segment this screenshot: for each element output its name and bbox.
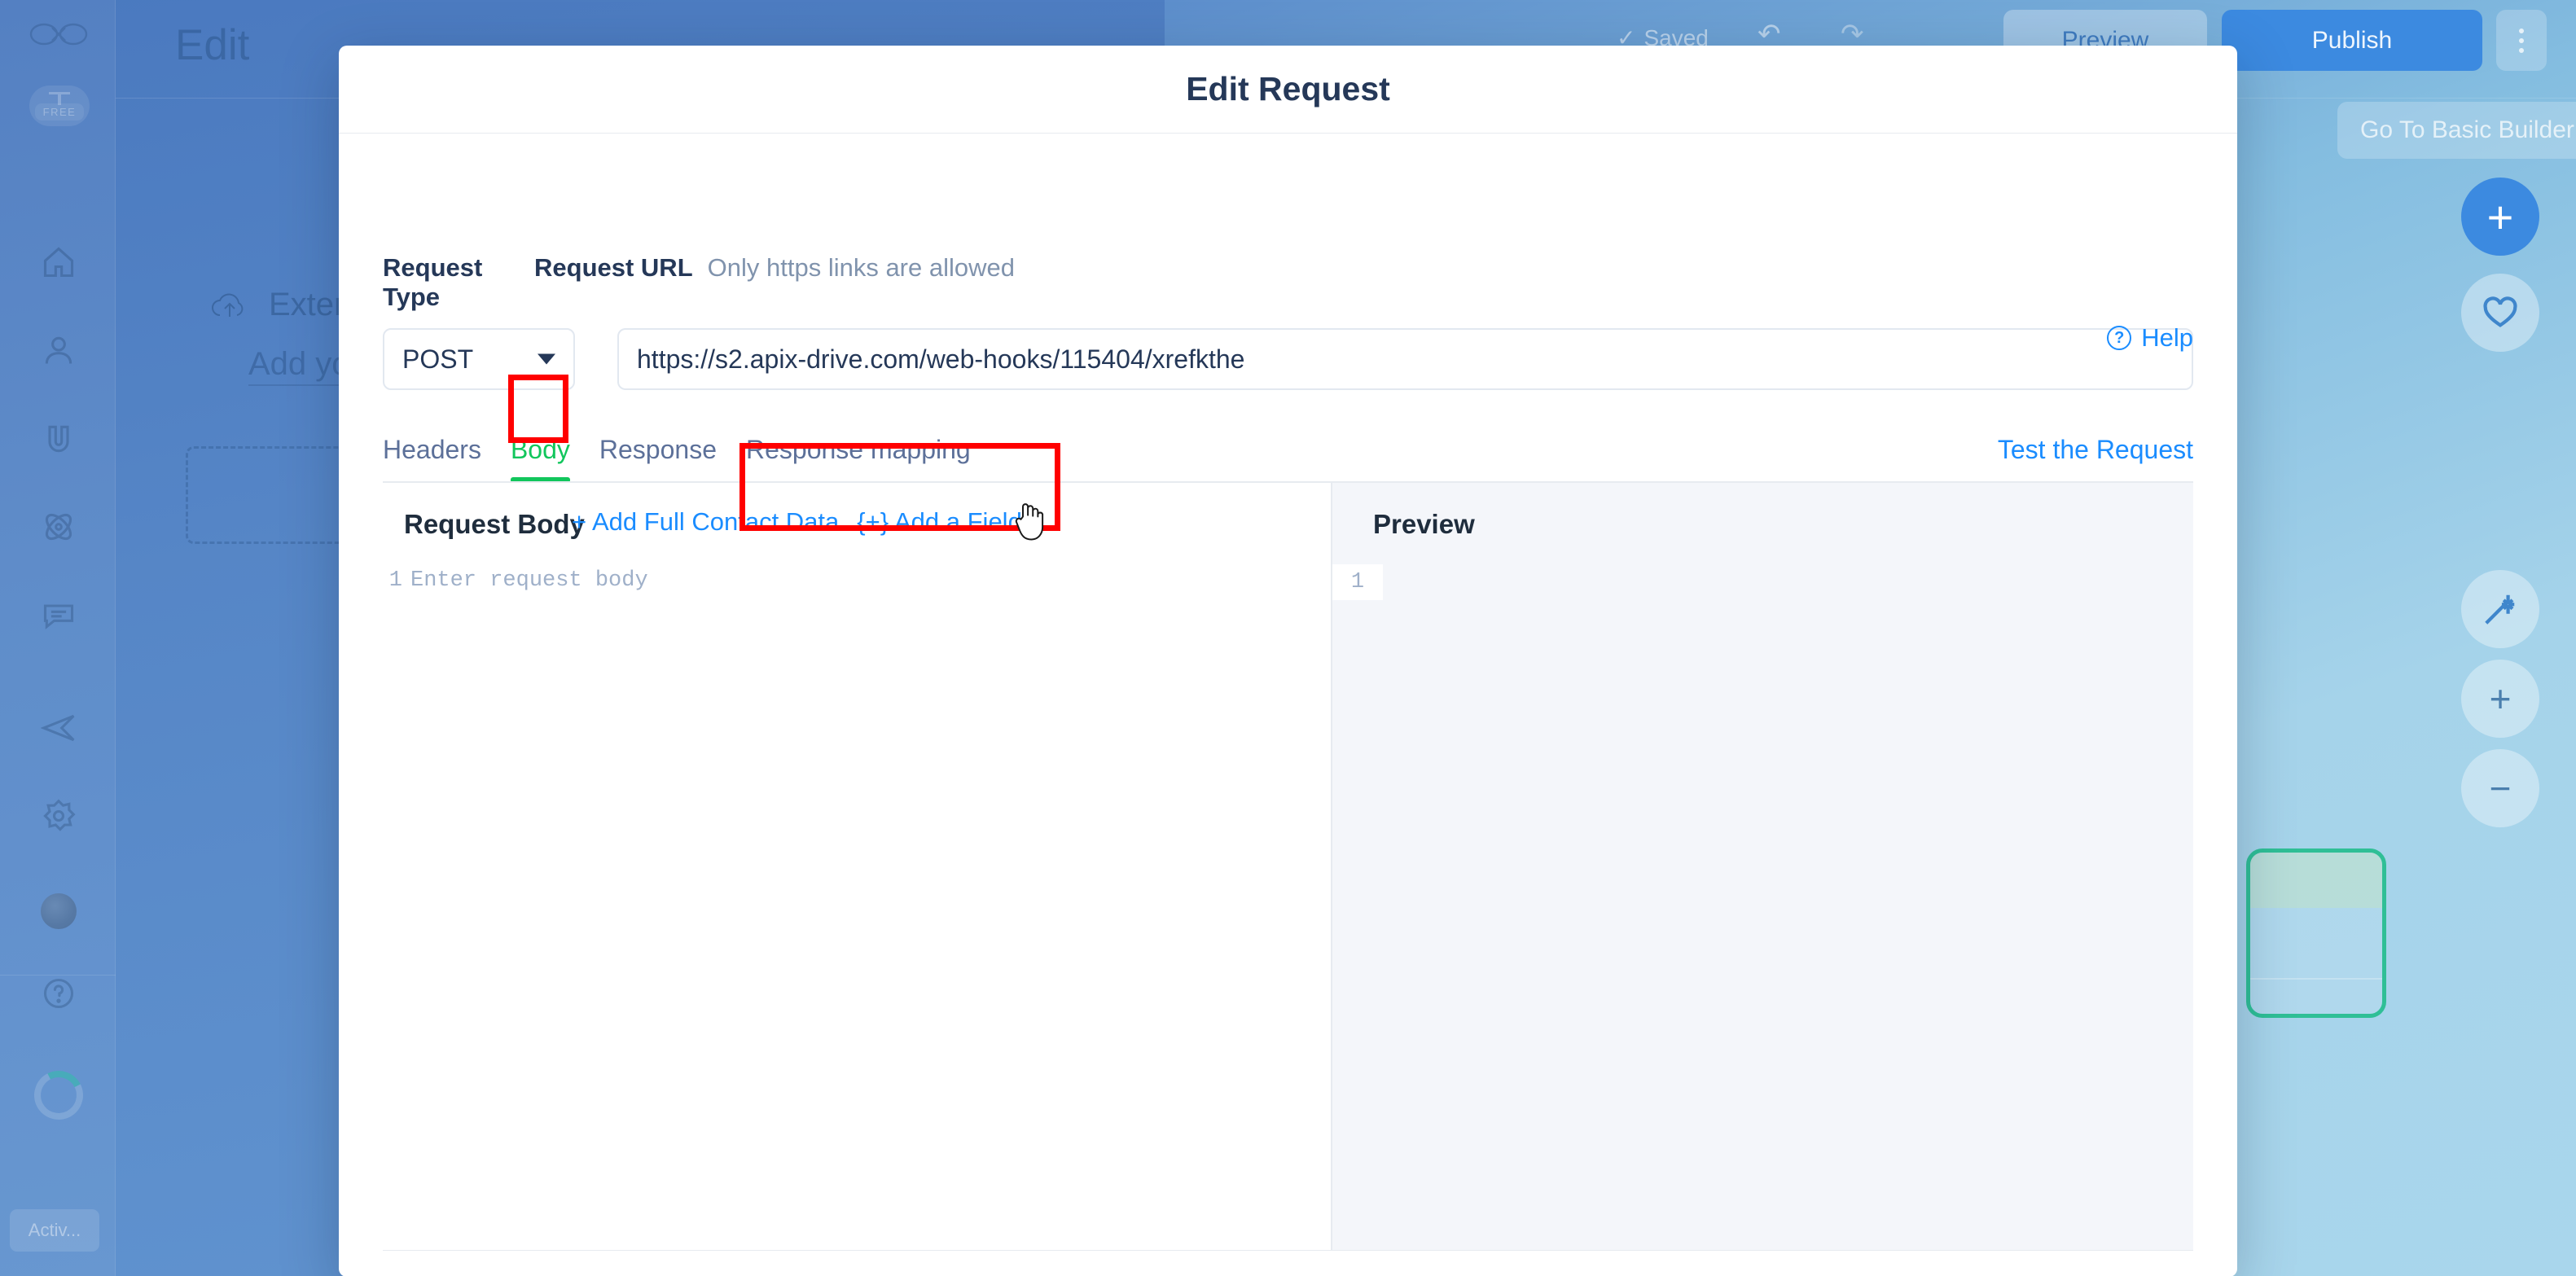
tab-response-mapping[interactable]: Response mapping	[731, 435, 985, 483]
chevron-down-icon	[538, 353, 555, 365]
sidebar-item-magnet[interactable]	[41, 421, 77, 457]
preview-editor: 1	[1332, 564, 2193, 600]
publish-button[interactable]: Publish	[2222, 10, 2482, 71]
progress-ring	[28, 1064, 90, 1126]
favorites-button[interactable]	[2461, 274, 2539, 352]
dialog-title: Edit Request	[1186, 70, 1390, 107]
preview-header: Preview	[1332, 483, 2193, 540]
zoom-in-button[interactable]: +	[2461, 660, 2539, 738]
magic-wand-icon	[2485, 594, 2515, 625]
page-title: Edit	[175, 21, 250, 69]
add-full-contact-data-link[interactable]: + Add Full Contact Data	[572, 507, 839, 537]
sidebar-item-chat[interactable]	[41, 597, 77, 633]
preview-pane: Preview 1	[1332, 483, 2193, 1250]
tab-headers[interactable]: Headers	[383, 435, 496, 483]
panes: Request Body + Add Full Contact Data {+}…	[383, 483, 2193, 1251]
sidebar-item-settings[interactable]	[41, 798, 77, 834]
dialog-footer: Cancel Save	[339, 1251, 2237, 1276]
field-inputs-row: POST	[383, 328, 2193, 390]
request-body-header: Request Body + Add Full Contact Data {+}…	[383, 483, 1331, 540]
help-label: Help	[2141, 323, 2193, 352]
preview-title: Preview	[1373, 509, 1475, 539]
dialog-body: ? Help Request Type Request URL Only htt…	[339, 253, 2237, 1251]
activate-badge[interactable]: Activ...	[10, 1209, 99, 1252]
request-type-label: Request Type	[383, 253, 483, 311]
sidebar-item-contacts[interactable]	[41, 332, 77, 368]
sidebar-item-help[interactable]	[41, 976, 77, 1011]
request-body-line-number: 1	[388, 568, 402, 593]
sidebar-item-home[interactable]	[41, 244, 77, 280]
flow-card-divider	[2250, 978, 2382, 980]
request-url-hint: Only https links are allowed	[707, 253, 1015, 282]
app-sidebar: FREE Activ...	[0, 0, 116, 1276]
edit-request-dialog: Edit Request ? Help Request Type Request…	[339, 46, 2237, 1276]
more-options-icon[interactable]	[2496, 10, 2547, 71]
heart-icon	[2483, 296, 2517, 327]
add-node-button[interactable]: +	[2461, 178, 2539, 256]
tab-response[interactable]: Response	[585, 435, 731, 483]
plan-badge[interactable]: FREE	[29, 86, 90, 126]
tabs-row: Headers Body Response Response mapping T…	[383, 435, 2193, 483]
tab-list: Headers Body Response Response mapping	[383, 435, 985, 483]
preview-line-number: 1	[1332, 564, 1383, 600]
field-labels-row: Request Type Request URL Only https link…	[383, 253, 2193, 312]
sidebar-item-integrations[interactable]	[41, 509, 77, 545]
add-a-field-link[interactable]: {+} Add a Field	[857, 507, 1022, 537]
flow-card-header	[2250, 853, 2382, 908]
flow-card[interactable]	[2246, 848, 2386, 1018]
app-logo-icon	[28, 18, 90, 50]
plan-badge-label: FREE	[34, 103, 85, 121]
request-url-label: Request URL	[534, 253, 693, 282]
zoom-out-button[interactable]: −	[2461, 749, 2539, 827]
request-url-input[interactable]	[617, 328, 2193, 390]
request-body-placeholder: Enter request body	[410, 568, 648, 593]
dialog-header: Edit Request	[339, 46, 2237, 134]
request-body-editor[interactable]: 1 Enter request body	[383, 564, 1331, 597]
request-body-pane: Request Body + Add Full Contact Data {+}…	[383, 483, 1332, 1250]
sidebar-item-send[interactable]	[40, 710, 77, 746]
magic-wand-button[interactable]	[2461, 570, 2539, 648]
question-circle-icon: ?	[2107, 326, 2132, 350]
request-type-value: POST	[402, 344, 474, 374]
go-to-basic-builder-button[interactable]: Go To Basic Builder	[2337, 102, 2576, 159]
cloud-upload-icon	[212, 293, 244, 317]
request-body-actions: + Add Full Contact Data {+} Add a Field	[572, 507, 1022, 537]
help-link[interactable]: ? Help	[2107, 323, 2193, 353]
request-type-select[interactable]: POST	[383, 328, 575, 390]
request-body-title: Request Body	[404, 509, 585, 539]
test-the-request-link[interactable]: Test the Request	[1998, 435, 2193, 483]
avatar[interactable]	[41, 893, 77, 929]
tab-body[interactable]: Body	[496, 435, 585, 483]
sidebar-divider	[0, 975, 116, 976]
